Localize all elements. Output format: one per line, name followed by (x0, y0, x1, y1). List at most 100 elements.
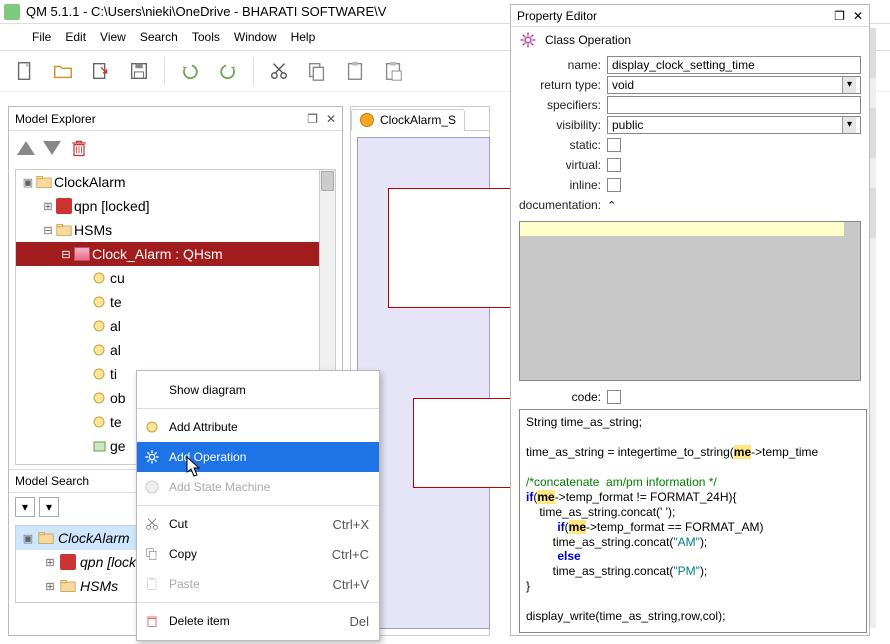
gear-icon (143, 448, 161, 466)
explorer-title: Model Explorer (15, 112, 96, 126)
expand-icon[interactable]: ⌃ (607, 199, 616, 212)
paste-button[interactable] (338, 54, 372, 88)
tree-leaf[interactable]: al (16, 338, 335, 362)
menu-window[interactable]: Window (234, 30, 277, 44)
name-input[interactable] (607, 56, 861, 74)
gear-icon (519, 31, 537, 49)
prop-label: specifiers: (519, 98, 601, 112)
menu-search[interactable]: Search (140, 30, 178, 44)
ctx-label: Add State Machine (169, 480, 369, 494)
prop-return-row: return type: void▾ (519, 75, 861, 95)
state-machine-icon (143, 478, 161, 496)
tab-clock-alarm-sm[interactable]: ClockAlarm_S (351, 109, 465, 131)
tree-node-label: HSMs (74, 222, 112, 238)
ctx-label: Add Operation (169, 450, 369, 464)
property-header: Property Editor ❐ ✕ (511, 5, 869, 27)
paste-icon (143, 575, 161, 593)
copy-button[interactable] (300, 54, 334, 88)
close-icon[interactable]: ✕ (853, 9, 863, 23)
state-machine-icon (360, 113, 374, 127)
menu-tools[interactable]: Tools (192, 30, 220, 44)
paste-special-button[interactable] (376, 54, 410, 88)
blank-icon (143, 381, 161, 399)
new-file-button[interactable] (8, 54, 42, 88)
ctx-add-operation[interactable]: Add Operation (137, 442, 379, 472)
menu-file[interactable]: File (32, 30, 51, 44)
tree-node-label: al (110, 342, 121, 358)
toolbar-separator (164, 57, 165, 85)
scrollbar-thumb[interactable] (321, 171, 334, 191)
operation-icon (92, 439, 108, 453)
tree-node-label: ClockAlarm (54, 174, 126, 190)
return-type-select[interactable]: void▾ (607, 76, 861, 94)
filter-scope-dropdown[interactable]: ▾ (39, 497, 59, 517)
ctx-add-attribute[interactable]: Add Attribute (137, 412, 379, 442)
ctx-separator (137, 505, 379, 506)
prop-label: inline: (519, 178, 601, 192)
menu-edit[interactable]: Edit (65, 30, 86, 44)
code-editor[interactable]: String time_as_string; time_as_string = … (519, 409, 867, 633)
inline-checkbox[interactable] (607, 178, 621, 192)
move-up-icon[interactable] (17, 141, 35, 155)
delete-icon (143, 612, 161, 630)
app-logo-icon (4, 4, 20, 20)
delete-icon[interactable] (69, 137, 89, 159)
filter-type-dropdown[interactable]: ▾ (15, 497, 35, 517)
cut-icon (143, 515, 161, 533)
attribute-icon (143, 418, 161, 436)
diagram-tabs: ClockAlarm_S (351, 107, 489, 131)
tree-leaf[interactable]: cu (16, 266, 335, 290)
move-down-icon[interactable] (43, 141, 61, 155)
specifiers-input[interactable] (607, 96, 861, 114)
undo-button[interactable] (173, 54, 207, 88)
prop-inline-row: inline: (519, 175, 861, 195)
select-value: public (612, 118, 643, 132)
toolbar-separator (253, 57, 254, 85)
attribute-icon (92, 319, 108, 333)
open-button[interactable] (46, 54, 80, 88)
ctx-add-state-machine: Add State Machine (137, 472, 379, 502)
collapse-button[interactable] (607, 390, 621, 404)
ctx-separator (137, 408, 379, 409)
tree-leaf[interactable]: te (16, 290, 335, 314)
tree-root[interactable]: ▣ ClockAlarm (16, 170, 335, 194)
documentation-textarea[interactable] (519, 221, 861, 381)
tree-node-label: te (110, 414, 122, 430)
prop-label: code: (519, 390, 601, 404)
right-gutter (870, 28, 876, 628)
menu-help[interactable]: Help (291, 30, 316, 44)
save-externally-button[interactable] (84, 54, 118, 88)
attribute-icon (92, 271, 108, 285)
static-checkbox[interactable] (607, 138, 621, 152)
tree-node-hsms[interactable]: ⊟ HSMs (16, 218, 335, 242)
ctx-copy[interactable]: Copy Ctrl+C (137, 539, 379, 569)
context-menu: Show diagram Add Attribute Add Operation… (136, 370, 380, 641)
tree-node-class-selected[interactable]: ⊟ Clock_Alarm : QHsm (16, 242, 335, 266)
ctx-label: Add Attribute (169, 420, 369, 434)
tree-node-qpn[interactable]: ⊞ qpn [locked] (16, 194, 335, 218)
virtual-checkbox[interactable] (607, 158, 621, 172)
redo-button[interactable] (211, 54, 245, 88)
tree-leaf[interactable]: al (16, 314, 335, 338)
ctx-cut[interactable]: Cut Ctrl+X (137, 509, 379, 539)
prop-doc-row: documentation: ⌃ (519, 195, 861, 215)
ctx-label: Show diagram (169, 383, 369, 397)
menu-view[interactable]: View (100, 30, 126, 44)
prop-virtual-row: virtual: (519, 155, 861, 175)
tree-node-label: cu (110, 270, 125, 286)
restore-icon[interactable]: ❐ (307, 112, 318, 126)
search-result-label: ClockAlarm (58, 530, 130, 546)
prop-label: name: (519, 58, 601, 72)
save-button[interactable] (122, 54, 156, 88)
restore-icon[interactable]: ❐ (834, 9, 845, 23)
close-icon[interactable]: ✕ (326, 112, 336, 126)
attribute-icon (92, 367, 108, 381)
cut-button[interactable] (262, 54, 296, 88)
visibility-select[interactable]: public▾ (607, 116, 861, 134)
ctx-separator (137, 602, 379, 603)
attribute-icon (92, 415, 108, 429)
ctx-show-diagram[interactable]: Show diagram (137, 375, 379, 405)
ctx-delete[interactable]: Delete item Del (137, 606, 379, 636)
operation-icon (92, 463, 108, 465)
property-type-row: Class Operation (511, 27, 869, 53)
